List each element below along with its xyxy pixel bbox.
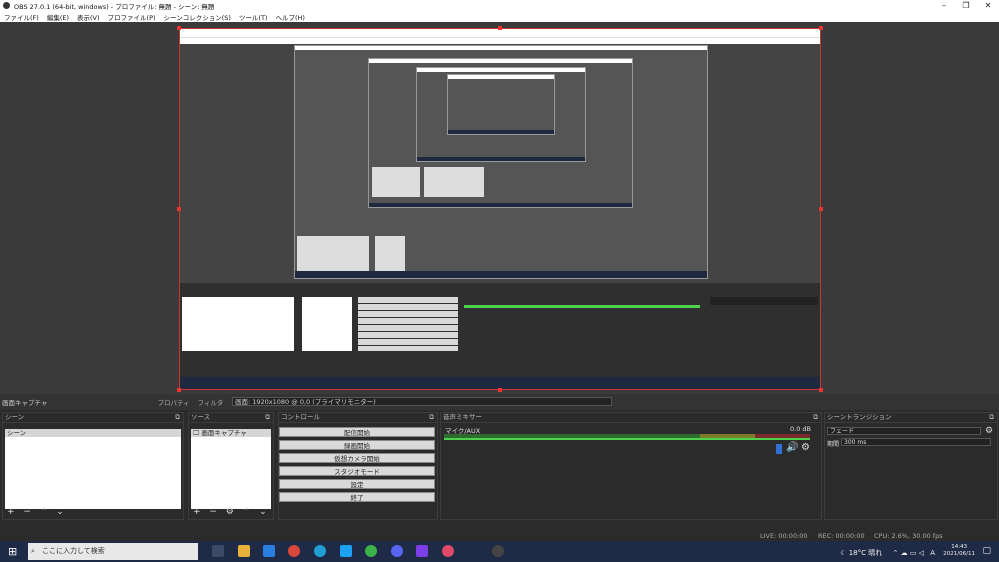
twitch-icon[interactable] [416, 545, 428, 557]
sources-list[interactable]: 🖵 画面キャプチャ [191, 429, 271, 509]
obs-app-icon [3, 2, 10, 9]
exit-button[interactable]: 終了 [279, 492, 435, 502]
live-status: LIVE: 00:00:00 [760, 532, 808, 540]
sources-header: ソース [191, 413, 211, 421]
clock-date[interactable]: 2021/06/11 [943, 551, 975, 557]
windows-taskbar: ⊞ ⌕ ここに入力して検索 ☾ 18°C 晴れ ⌃ ☁ ▭ ◁ A 14:43 … [0, 541, 999, 562]
notification-icon[interactable]: ▢ [982, 546, 991, 556]
chrome-icon[interactable] [288, 545, 300, 557]
minimize-icon[interactable]: – [933, 0, 955, 11]
system-tray: ☾ 18°C 晴れ ⌃ ☁ ▭ ◁ A 14:43 2021/06/11 [840, 544, 975, 558]
gear-icon[interactable]: ⚙ [801, 442, 810, 453]
menu-help[interactable]: ヘルプ(H) [271, 12, 308, 22]
taskbar-search[interactable]: ⌕ ここに入力して検索 [28, 543, 198, 560]
start-recording-button[interactable]: 録画開始 [279, 440, 435, 450]
discord-icon[interactable] [391, 545, 403, 557]
line-icon[interactable] [365, 545, 377, 557]
menu-file[interactable]: ファイル(F) [0, 12, 43, 22]
preview-canvas[interactable] [179, 28, 821, 390]
source-item[interactable]: 🖵 画面キャプチャ [191, 429, 271, 437]
controls-header: コントロール [281, 413, 320, 421]
scenes-header: シーン [5, 413, 25, 421]
mail-icon[interactable] [263, 545, 275, 557]
menu-edit[interactable]: 編集(E) [43, 12, 73, 22]
weather-text[interactable]: 18°C 晴れ [849, 549, 883, 557]
tray-icons[interactable]: ⌃ ☁ ▭ ◁ [892, 549, 924, 557]
menu-view[interactable]: 表示(V) [73, 12, 104, 22]
volume-slider[interactable] [444, 438, 810, 440]
transition-select[interactable]: フェード [827, 427, 981, 435]
mixer-header: 音声ミキサー [443, 413, 482, 421]
mixer-level: 0.0 dB [790, 425, 811, 433]
clock-time[interactable]: 14:43 [951, 544, 967, 550]
properties-button[interactable]: プロパティ [157, 397, 189, 407]
nested-preview-1 [294, 45, 708, 279]
scenes-dock: シーン ⧉ シーン + − ⌃ ⌄ [2, 412, 184, 520]
menu-tools[interactable]: ツール(T) [235, 12, 272, 22]
dock-float-icon[interactable]: ⧉ [175, 413, 180, 422]
file-explorer-icon[interactable] [238, 545, 250, 557]
display-select[interactable]: 画面: 1920x1080 @ 0,0 (プライマリモニター) [232, 397, 612, 406]
maximize-icon[interactable]: ❐ [955, 0, 977, 11]
duration-label: 期間 [827, 441, 840, 448]
cpu-status: CPU: 2.6%, 30.00 fps [874, 532, 943, 540]
weather-icon: ☾ [840, 549, 847, 557]
mixer-dock: 音声ミキサー ⧉ マイク/AUX 0.0 dB [440, 412, 822, 520]
start-icon[interactable]: ⊞ [8, 545, 17, 558]
sources-footer[interactable]: + − ⚙ ⌃ ⌄ [193, 507, 270, 517]
ime-indicator[interactable]: A [930, 549, 935, 557]
filters-button[interactable]: フィルタ [198, 397, 224, 407]
status-bar: LIVE: 00:00:00 REC: 00:00:00 CPU: 2.6%, … [0, 530, 999, 541]
start-virtual-camera-button[interactable]: 仮想カメラ開始 [279, 453, 435, 463]
transitions-header: シーントランジション [827, 413, 892, 421]
studio-mode-button[interactable]: スタジオモード [279, 466, 435, 476]
search-icon: ⌕ [31, 547, 35, 555]
edge-icon[interactable] [314, 545, 326, 557]
settings-button[interactable]: 設定 [279, 479, 435, 489]
rec-status: REC: 00:00:00 [818, 532, 865, 540]
speaker-icon[interactable]: 🔊 [786, 442, 798, 453]
monitor-icon: 🖵 [193, 429, 200, 437]
music-icon[interactable] [442, 545, 454, 557]
scene-item[interactable]: シーン [5, 429, 181, 437]
scenes-list[interactable]: シーン [5, 429, 181, 509]
mixer-indicator [776, 444, 782, 454]
sources-dock: ソース ⧉ 🖵 画面キャプチャ + − ⚙ ⌃ ⌄ [188, 412, 274, 520]
nested-docks [180, 283, 820, 377]
transition-gear-icon[interactable]: ⚙ [985, 426, 993, 436]
menu-bar: ファイル(F) 編集(E) 表示(V) プロファイル(P) シーンコレクション(… [0, 11, 999, 22]
scenes-footer[interactable]: + − ⌃ ⌄ [7, 507, 67, 517]
menu-scene-collection[interactable]: シーンコレクション(S) [160, 12, 235, 22]
nested-menubar [180, 37, 820, 44]
close-icon[interactable]: ✕ [977, 0, 999, 11]
transitions-dock: シーントランジション ⧉ フェード ⚙ 期間 300 ms [824, 412, 998, 520]
obs-taskbar-icon[interactable] [492, 545, 504, 557]
start-streaming-button[interactable]: 配信開始 [279, 427, 435, 437]
twitter-icon[interactable] [340, 545, 352, 557]
current-source-label: 画面キャプチャ [2, 399, 48, 407]
duration-input[interactable]: 300 ms [841, 438, 991, 446]
menu-profile[interactable]: プロファイル(P) [104, 12, 160, 22]
window-title: OBS 27.0.1 (64-bit, windows) - プロファイル: 無… [14, 2, 215, 11]
nested-titlebar [180, 29, 820, 37]
window-titlebar: OBS 27.0.1 (64-bit, windows) - プロファイル: 無… [0, 0, 999, 11]
task-view-icon[interactable] [212, 545, 224, 557]
source-toolbar: 画面キャプチャ プロパティ フィルタ 画面: 1920x1080 @ 0,0 (… [0, 394, 999, 410]
